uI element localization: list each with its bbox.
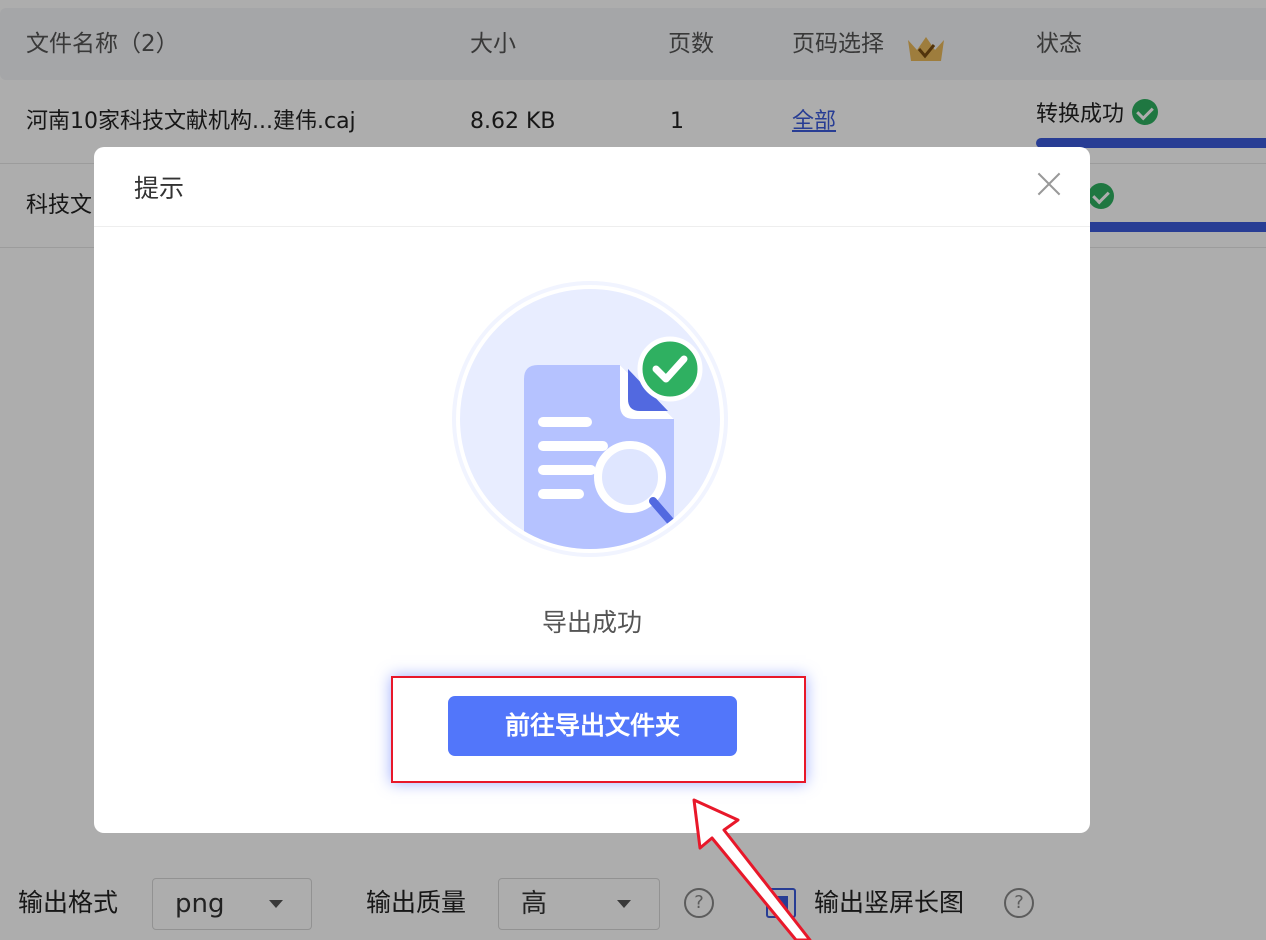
- dialog-title: 提示: [134, 174, 185, 203]
- export-success-dialog: 提示 导出成功 前往导出文件夹: [94, 147, 1090, 833]
- dialog-message: 导出成功: [541, 608, 642, 637]
- dialog-header: 提示: [94, 147, 1090, 227]
- export-success-illustration: [452, 281, 728, 557]
- close-icon[interactable]: [1034, 169, 1064, 199]
- arrow-pointer-icon: [692, 798, 812, 940]
- open-export-folder-button[interactable]: 前往导出文件夹: [448, 696, 737, 756]
